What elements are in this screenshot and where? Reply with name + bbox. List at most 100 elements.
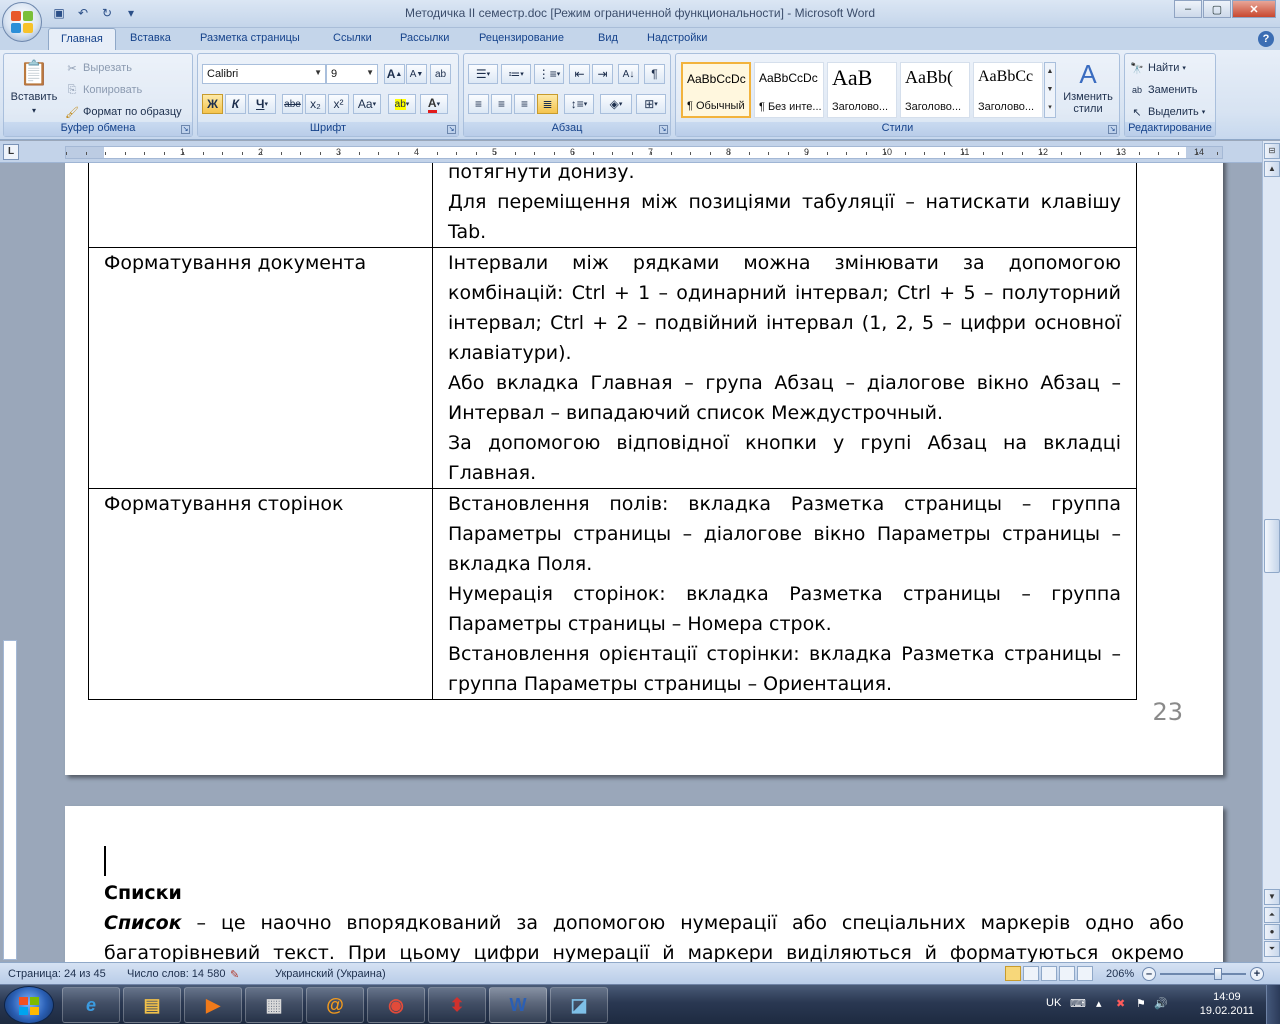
increase-indent-button[interactable]: ⇥	[592, 64, 613, 84]
tab-page-layout[interactable]: Разметка страницы	[200, 32, 300, 44]
clock[interactable]: 14:09 19.02.2011	[1200, 990, 1254, 1018]
media-player-icon[interactable]: ▶	[184, 987, 242, 1023]
dialog-launcher-icon[interactable]: ↘	[1108, 125, 1117, 134]
find-button[interactable]: 🔭 Найти ▾	[1129, 60, 1186, 76]
dialog-launcher-icon[interactable]: ↘	[447, 125, 456, 134]
previous-page-button[interactable]: ⏶	[1264, 907, 1280, 923]
decrease-indent-button[interactable]: ⇤	[569, 64, 590, 84]
zoom-slider[interactable]	[1160, 973, 1246, 975]
font-color-button[interactable]: A ▾	[420, 94, 448, 114]
screenshot-tool-icon[interactable]: ◪	[550, 987, 608, 1023]
tab-mailings[interactable]: Рассылки	[400, 32, 449, 44]
show-marks-button[interactable]: ¶	[644, 64, 665, 84]
line-spacing-button[interactable]: ↕≡ ▾	[564, 94, 594, 114]
tab-addins[interactable]: Надстройки	[647, 32, 707, 44]
align-center-button[interactable]: ≡	[491, 94, 512, 114]
start-button[interactable]	[4, 986, 54, 1024]
tab-references[interactable]: Ссылки	[333, 32, 372, 44]
format-painter-button[interactable]: 🖌 Формат по образцу	[64, 104, 182, 120]
dialog-launcher-icon[interactable]: ↘	[659, 125, 668, 134]
justify-button[interactable]: ≣	[537, 94, 558, 114]
dialog-launcher-icon[interactable]: ↘	[181, 125, 190, 134]
style-heading-2[interactable]: AaBb( Заголово...	[900, 62, 970, 118]
tab-view[interactable]: Вид	[598, 32, 618, 44]
bullets-button[interactable]: ☰ ▾	[468, 64, 498, 84]
volume-icon[interactable]: 🔊	[1154, 997, 1168, 1010]
office-button[interactable]	[2, 2, 42, 42]
zoom-in-button[interactable]: +	[1250, 967, 1264, 981]
chrome-icon[interactable]: ◉	[367, 987, 425, 1023]
style-heading-1[interactable]: AaB Заголово...	[827, 62, 897, 118]
table-cell[interactable]: Форматування сторінок	[88, 488, 433, 700]
vertical-scrollbar[interactable]: ⊟ ▲ ▼ ⏶ ● ⏷	[1262, 141, 1280, 962]
subscript-button[interactable]: x₂	[305, 94, 326, 114]
word-icon[interactable]: W	[489, 987, 547, 1023]
print-layout-view-icon[interactable]	[1005, 966, 1021, 981]
draft-view-icon[interactable]	[1077, 966, 1093, 981]
style-heading-3[interactable]: AaBbCc Заголово...	[973, 62, 1043, 118]
sort-button[interactable]: A↓	[618, 64, 639, 84]
select-button[interactable]: ↖ Выделить ▾	[1129, 104, 1205, 120]
clear-formatting-button[interactable]: ab	[430, 64, 451, 84]
bold-button[interactable]: Ж	[202, 94, 223, 114]
calculator-icon[interactable]: ▦	[245, 987, 303, 1023]
strikethrough-button[interactable]: abe	[282, 94, 303, 114]
zoom-slider-thumb[interactable]	[1214, 968, 1222, 980]
ruler-toggle-icon[interactable]: ⊟	[1264, 143, 1280, 159]
table-cell[interactable]: потягнути донизу. Для переміщення між по…	[432, 163, 1137, 248]
mail-agent-icon[interactable]: @	[306, 987, 364, 1023]
horizontal-ruler[interactable]: 1234567891011121314	[65, 146, 1223, 159]
cut-button[interactable]: ✂ Вырезать	[64, 60, 132, 76]
tab-home[interactable]: Главная	[48, 28, 116, 50]
change-styles-button[interactable]: A Изменить стили	[1060, 60, 1116, 115]
internet-explorer-icon[interactable]: e	[62, 987, 120, 1023]
close-button[interactable]: ✕	[1232, 0, 1276, 18]
next-page-button[interactable]: ⏷	[1264, 941, 1280, 957]
numbering-button[interactable]: ≔ ▾	[501, 64, 531, 84]
grow-font-button[interactable]: A ▲	[384, 64, 405, 84]
tray-expand-icon[interactable]: ▴	[1096, 997, 1102, 1010]
tab-selector[interactable]: L	[3, 144, 19, 160]
shrink-font-button[interactable]: A ▼	[406, 64, 427, 84]
scroll-thumb[interactable]	[1264, 519, 1280, 573]
browse-object-button[interactable]: ●	[1264, 924, 1280, 940]
style-no-spacing[interactable]: AaBbCcDc ¶ Без инте...	[754, 62, 824, 118]
align-left-button[interactable]: ≡	[468, 94, 489, 114]
paste-button[interactable]: 📋 Вставить ▾	[8, 58, 60, 116]
multilevel-list-button[interactable]: ⋮≡ ▾	[534, 64, 564, 84]
network-icon[interactable]: ✖	[1116, 997, 1125, 1010]
table-cell[interactable]	[88, 163, 433, 248]
italic-button[interactable]: К	[225, 94, 246, 114]
borders-button[interactable]: ⊞ ▾	[636, 94, 666, 114]
highlight-button[interactable]: ab ▾	[388, 94, 416, 114]
zoom-level[interactable]: 206%	[1106, 968, 1134, 980]
word-count[interactable]: Число слов: 14 580	[127, 968, 225, 980]
maximize-button[interactable]: ▢	[1203, 0, 1231, 18]
underline-button[interactable]: Ч ▾	[248, 94, 276, 114]
table-cell[interactable]: Інтервали між рядками можна змінювати за…	[432, 247, 1137, 489]
copy-button[interactable]: ⎘ Копировать	[64, 82, 143, 98]
input-language[interactable]: UK	[1046, 997, 1061, 1009]
download-icon[interactable]: ⬍	[428, 987, 486, 1023]
spellcheck-icon[interactable]: ✎	[230, 968, 239, 981]
web-layout-view-icon[interactable]	[1041, 966, 1057, 981]
help-icon[interactable]: ?	[1258, 31, 1274, 47]
page-count[interactable]: Страница: 24 из 45	[8, 968, 106, 980]
change-case-button[interactable]: Aa ▾	[353, 94, 381, 114]
superscript-button[interactable]: x²	[328, 94, 349, 114]
tab-review[interactable]: Рецензирование	[479, 32, 564, 44]
scroll-down-button[interactable]: ▼	[1264, 889, 1280, 905]
tab-insert[interactable]: Вставка	[130, 32, 171, 44]
align-right-button[interactable]: ≡	[514, 94, 535, 114]
font-size-combo[interactable]: 9 ▼	[326, 64, 378, 84]
scroll-up-button[interactable]: ▲	[1264, 161, 1280, 177]
vertical-ruler[interactable]	[3, 640, 17, 960]
styles-scroll[interactable]: ▲ ▼ ▾	[1044, 62, 1056, 118]
shading-button[interactable]: ◈ ▾	[600, 94, 632, 114]
action-center-icon[interactable]: ⚑	[1136, 997, 1146, 1010]
keyboard-icon[interactable]: ⌨	[1070, 997, 1086, 1010]
table-cell[interactable]: Встановлення полів: вкладка Разметка стр…	[432, 488, 1137, 700]
minimize-button[interactable]: –	[1174, 0, 1202, 18]
replace-button[interactable]: ab Заменить	[1129, 82, 1197, 98]
outline-view-icon[interactable]	[1059, 966, 1075, 981]
